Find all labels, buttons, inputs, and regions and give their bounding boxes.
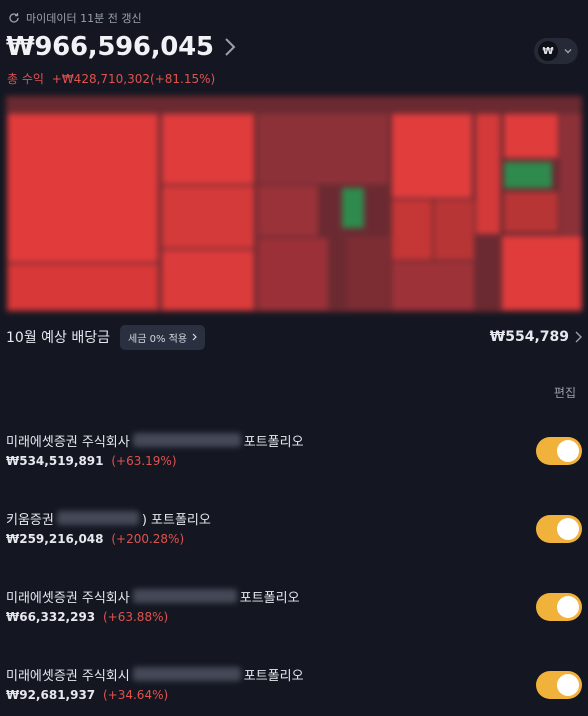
account-toggle[interactable] [536,671,582,699]
profit-value: +₩428,710,302(+81.15%) [51,72,216,86]
account-item[interactable]: 키움증권 ) 포트폴리오 ₩259,216,048 (+200.28%) [6,508,582,556]
treemap-tile[interactable] [392,200,432,260]
account-toggle[interactable] [536,437,582,465]
treemap-tile[interactable] [162,250,254,310]
treemap-tile[interactable] [258,238,328,310]
tax-chip-label: 세금 0% 적용 [128,333,188,345]
account-amount: ₩92,681,937 [6,688,96,702]
total-asset-value: ₩966,596,045 [6,32,214,62]
account-item[interactable]: 미래에셋증권 주식회시 포트폴리오 ₩92,681,937 (+34.64%) [6,664,582,712]
treemap-tile[interactable] [504,192,558,232]
chevron-down-icon [564,49,572,54]
portfolio-treemap[interactable] [6,96,582,312]
total-profit: 총 수익 +₩428,710,302(+81.15%) [7,70,215,87]
chevron-right-icon [192,333,197,341]
won-currency-icon: ₩ [538,41,558,61]
treemap-tile[interactable] [502,236,582,310]
refresh-text: 마이데이터 11분 전 갱신 [26,12,142,25]
treemap-tile[interactable] [476,114,500,234]
account-value: ₩534,519,891 (+63.19%) [6,454,582,468]
chevron-right-icon [575,331,582,343]
dividend-label: 10월 예상 배당금 [6,330,110,346]
account-amount: ₩534,519,891 [6,454,104,468]
treemap-tile[interactable] [8,264,158,310]
masked-account-number [132,433,241,447]
account-value: ₩92,681,937 (+34.64%) [6,688,582,702]
treemap-tile[interactable] [162,114,254,184]
account-amount: ₩259,216,048 [6,532,104,546]
broker-name: 미래에셋증권 주식회사 [6,434,130,450]
account-value: ₩66,332,293 (+63.88%) [6,610,582,624]
treemap-tile[interactable] [342,188,364,228]
account-amount: ₩66,332,293 [6,610,96,624]
treemap-tile[interactable] [392,262,474,310]
treemap-tile[interactable] [162,186,254,248]
masked-account-number [56,511,139,525]
account-name: 미래에셋증권 주식회시 포트폴리오 [6,664,582,684]
dividend-row[interactable]: 10월 예상 배당금 세금 0% 적용 ₩554,789 [6,322,582,352]
account-toggle[interactable] [536,593,582,621]
account-name: 미래에셋증권 주식회사 포트폴리오 [6,586,582,606]
account-change: (+63.88%) [102,610,169,624]
treemap-tile[interactable] [560,114,582,234]
treemap-tile[interactable] [258,114,388,184]
account-change: (+200.28%) [111,532,185,546]
broker-name: 미래에셋증권 주식회사 [6,590,130,606]
currency-selector-button[interactable]: ₩ [534,38,578,64]
refresh-status: 마이데이터 11분 전 갱신 [8,10,142,26]
profit-label: 총 수익 [7,72,44,86]
account-change: (+34.64%) [102,688,169,702]
account-toggle[interactable] [536,515,582,543]
toggle-knob [557,596,579,618]
tax-setting-chip[interactable]: 세금 0% 적용 [120,324,206,350]
masked-account-number [132,667,241,681]
broker-name: 키움증권 [6,512,54,528]
account-item[interactable]: 미래에셋증권 주식회사 포트폴리오 ₩66,332,293 (+63.88%) [6,586,582,634]
treemap-tile[interactable] [258,186,318,236]
treemap-tile[interactable] [434,200,474,260]
account-name: 키움증권 ) 포트폴리오 [6,508,582,528]
treemap-tile[interactable] [392,114,472,198]
account-suffix: 포트폴리오 [243,434,304,450]
toggle-knob [557,518,579,540]
broker-name: 미래에셋증권 주식회시 [6,668,130,684]
chevron-right-icon [224,38,236,56]
treemap-tile[interactable] [8,114,158,262]
account-suffix: 포트폴리오 [239,590,300,606]
dividend-amount-value: ₩554,789 [489,329,569,345]
account-value: ₩259,216,048 (+200.28%) [6,532,582,546]
refresh-icon [9,13,19,23]
account-item[interactable]: 미래에셋증권 주식회사 포트폴리오 ₩534,519,891 (+63.19%) [6,430,582,478]
account-suffix: 포트폴리오 [243,668,304,684]
masked-account-number [132,589,237,603]
treemap-tile[interactable] [504,114,558,158]
account-change: (+63.19%) [111,454,177,468]
toggle-knob [557,440,579,462]
toggle-knob [557,674,579,696]
account-name: 미래에셋증권 주식회사 포트폴리오 [6,430,582,450]
dividend-amount[interactable]: ₩554,789 [490,329,582,345]
total-asset-row[interactable]: ₩966,596,045 [6,32,236,62]
treemap-tile[interactable] [346,236,390,310]
edit-button[interactable]: 편집 [554,384,576,401]
treemap-tile[interactable] [504,162,552,188]
account-suffix: ) 포트폴리오 [141,512,211,528]
